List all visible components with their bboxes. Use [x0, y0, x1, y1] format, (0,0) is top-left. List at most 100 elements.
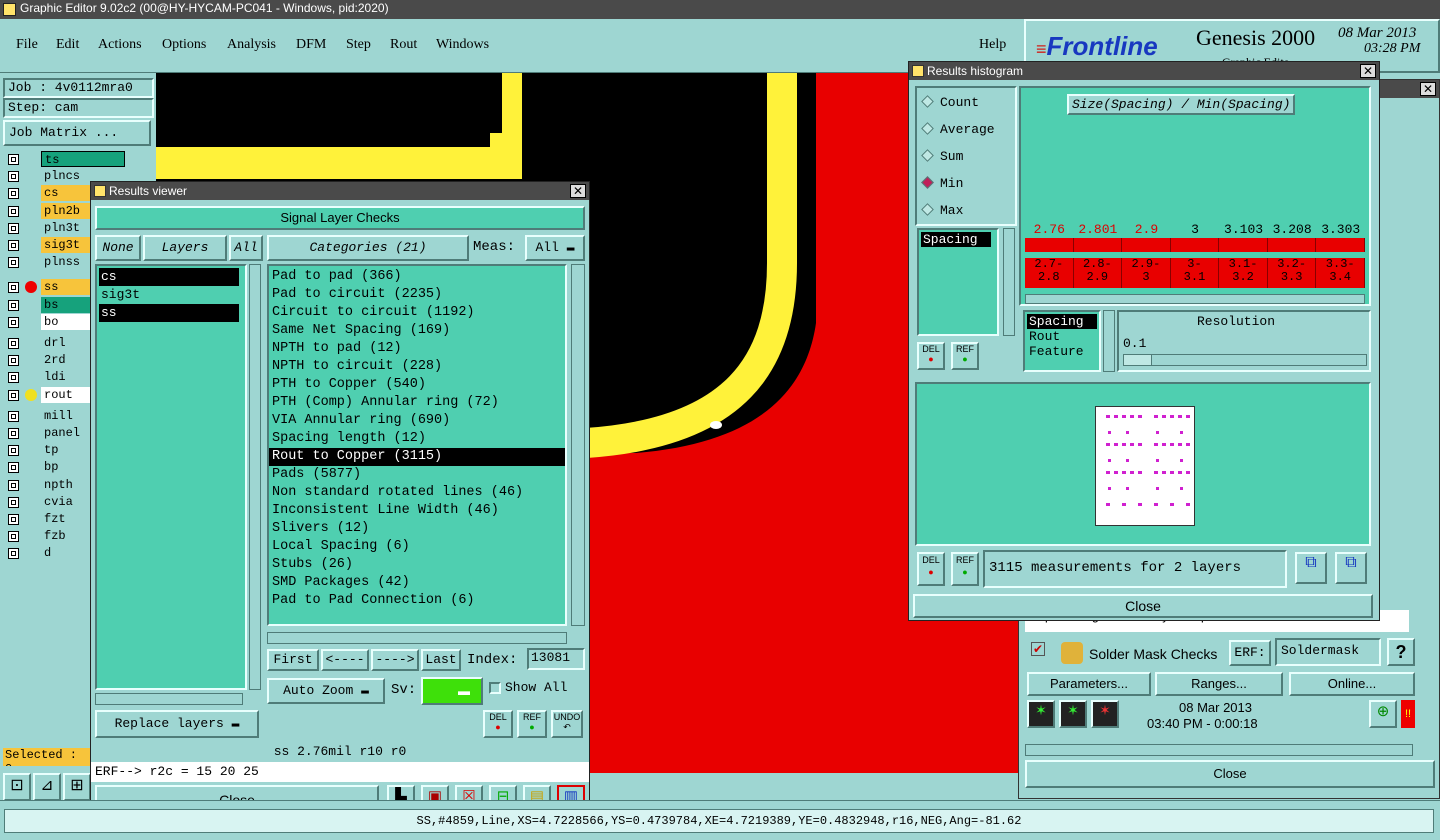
menu-edit[interactable]: Edit — [56, 37, 79, 53]
results-layer-list[interactable]: cs sig3t ss — [95, 264, 247, 690]
layers-button[interactable]: Layers — [143, 235, 227, 261]
type-list[interactable]: Spacing — [917, 228, 999, 336]
meas-dropdown[interactable]: All ▬ — [525, 235, 585, 261]
stop-icon[interactable]: ✶ — [1091, 700, 1119, 728]
replace-layers-dropdown[interactable]: Replace layers ▬ — [95, 710, 259, 738]
category-item[interactable]: Circuit to circuit (1192) — [269, 304, 565, 322]
category-item[interactable]: PTH (Comp) Annular ring (72) — [269, 394, 565, 412]
mode-option-max[interactable]: Max — [921, 202, 963, 222]
category-item[interactable]: NPTH to circuit (228) — [269, 358, 565, 376]
layer-checkbox[interactable] — [8, 240, 19, 251]
category-item[interactable]: Pad to Pad Connection (6) — [269, 592, 565, 610]
layer-hscrollbar[interactable] — [95, 693, 243, 705]
category-item[interactable]: Non standard rotated lines (46) — [269, 484, 565, 502]
import-icon[interactable]: ⧉ — [1335, 552, 1367, 584]
menu-step[interactable]: Step — [346, 37, 371, 53]
histogram-close-icon[interactable]: ✕ — [1360, 64, 1376, 78]
histogram-bar[interactable] — [1170, 238, 1220, 252]
layer-checkbox[interactable] — [8, 372, 19, 384]
job-matrix-button[interactable]: Job Matrix ... — [3, 120, 151, 146]
mode-option-count[interactable]: Count — [921, 94, 979, 114]
run-all-icon[interactable]: ✶ — [1059, 700, 1087, 728]
layer-checkbox[interactable] — [8, 514, 19, 525]
layer-checkbox[interactable] — [8, 257, 19, 269]
hist-del-button[interactable]: DEL ● — [917, 342, 945, 370]
all-layers-button[interactable]: All — [229, 235, 263, 261]
layer-checkbox[interactable] — [8, 428, 19, 439]
layer-list-scrollbar[interactable] — [249, 264, 261, 690]
ref-button[interactable]: REF ● — [517, 710, 547, 738]
category-hscrollbar[interactable] — [267, 632, 567, 644]
layer-checkbox[interactable] — [8, 316, 19, 328]
del-button[interactable]: DEL ● — [483, 710, 513, 738]
right-close-button[interactable]: Close — [1025, 760, 1435, 788]
histogram-close-button[interactable]: Close — [913, 594, 1373, 618]
category-item[interactable]: Pads (5877) — [269, 466, 565, 484]
layer-checkbox[interactable] — [8, 389, 19, 401]
histogram-bar[interactable] — [1219, 238, 1268, 252]
hist-del-button-2[interactable]: DEL ● — [917, 552, 945, 586]
category-item[interactable]: Slivers (12) — [269, 520, 565, 538]
layer-checkbox[interactable] — [8, 205, 19, 217]
layer-checkbox[interactable] — [8, 188, 19, 200]
category-item[interactable]: Stubs (26) — [269, 556, 565, 574]
sv-color-dropdown[interactable]: ▬ — [421, 677, 483, 705]
solder-help-button[interactable]: ? — [1387, 638, 1415, 666]
menu-file[interactable]: File — [16, 37, 38, 53]
category-item[interactable]: NPTH to pad (12) — [269, 340, 565, 358]
resolution-slider[interactable] — [1123, 354, 1367, 366]
menu-windows[interactable]: Windows — [436, 37, 489, 53]
menu-analysis[interactable]: Analysis — [227, 37, 276, 53]
layer-checkbox[interactable] — [8, 410, 19, 422]
layer-checkbox[interactable] — [8, 222, 19, 234]
erf-value[interactable]: Soldermask — [1275, 638, 1381, 666]
layer-checkbox[interactable] — [8, 479, 19, 491]
layer-checkbox[interactable] — [8, 355, 19, 367]
none-button[interactable]: None — [95, 235, 141, 261]
menu-rout[interactable]: Rout — [390, 37, 417, 53]
category-list[interactable]: Pad to pad (366) Pad to circuit (2235) Cir… — [267, 264, 567, 626]
layer-checkbox[interactable] — [8, 445, 19, 457]
result-layer-item[interactable]: sig3t — [99, 286, 239, 304]
solder-check-icon[interactable]: ✔ — [1031, 642, 1045, 656]
measure-scrollbar[interactable] — [1103, 310, 1115, 372]
right-hscrollbar[interactable] — [1025, 744, 1413, 756]
result-layer-item[interactable]: cs — [99, 268, 239, 286]
prev-button[interactable]: <---- — [321, 649, 369, 671]
histogram-bar[interactable] — [1073, 238, 1123, 252]
layer-checkbox[interactable] — [8, 282, 19, 294]
layer-checkbox[interactable] — [8, 299, 19, 311]
layer-checkbox[interactable] — [8, 171, 19, 183]
layer-checkbox[interactable] — [8, 496, 19, 508]
auto-zoom-dropdown[interactable]: Auto Zoom ▬ — [267, 678, 385, 704]
layer-checkbox[interactable] — [8, 154, 19, 165]
histogram-bar[interactable] — [1122, 238, 1171, 252]
last-button[interactable]: Last — [421, 649, 461, 671]
result-layer-item[interactable]: ss — [99, 304, 239, 322]
layer-checkbox[interactable] — [8, 338, 19, 349]
run-icon[interactable]: ✶ — [1027, 700, 1055, 728]
category-item[interactable]: Local Spacing (6) — [269, 538, 565, 556]
layer-checkbox[interactable] — [8, 531, 19, 543]
type-list-item[interactable]: Spacing — [921, 232, 991, 247]
parameters-button[interactable]: Parameters... — [1027, 672, 1151, 696]
category-item[interactable]: Same Net Spacing (169) — [269, 322, 565, 340]
category-item[interactable]: Spacing length (12) — [269, 430, 565, 448]
menu-dfm[interactable]: DFM — [296, 37, 326, 53]
category-item[interactable]: SMD Packages (42) — [269, 574, 565, 592]
hist-ref-button[interactable]: REF ● — [951, 342, 979, 370]
tool-measure-icon[interactable]: ⊿ — [33, 773, 61, 801]
menu-options[interactable]: Options — [162, 37, 206, 53]
measure-item[interactable]: Feature — [1027, 344, 1097, 359]
online-button[interactable]: Online... — [1289, 672, 1415, 696]
mode-option-average[interactable]: Average — [921, 121, 995, 141]
histogram-bar[interactable] — [1316, 238, 1365, 252]
mode-option-min[interactable]: Min — [921, 175, 963, 195]
mode-option-sum[interactable]: Sum — [921, 148, 963, 168]
type-list-scrollbar[interactable] — [1003, 228, 1015, 336]
tool-select-icon[interactable]: ⊡ — [3, 773, 31, 801]
histogram-bar[interactable] — [1025, 238, 1074, 252]
category-item[interactable]: Pad to pad (366) — [269, 268, 565, 286]
categories-button[interactable]: Categories (21) — [267, 235, 469, 261]
measure-item[interactable]: Rout — [1027, 329, 1097, 344]
